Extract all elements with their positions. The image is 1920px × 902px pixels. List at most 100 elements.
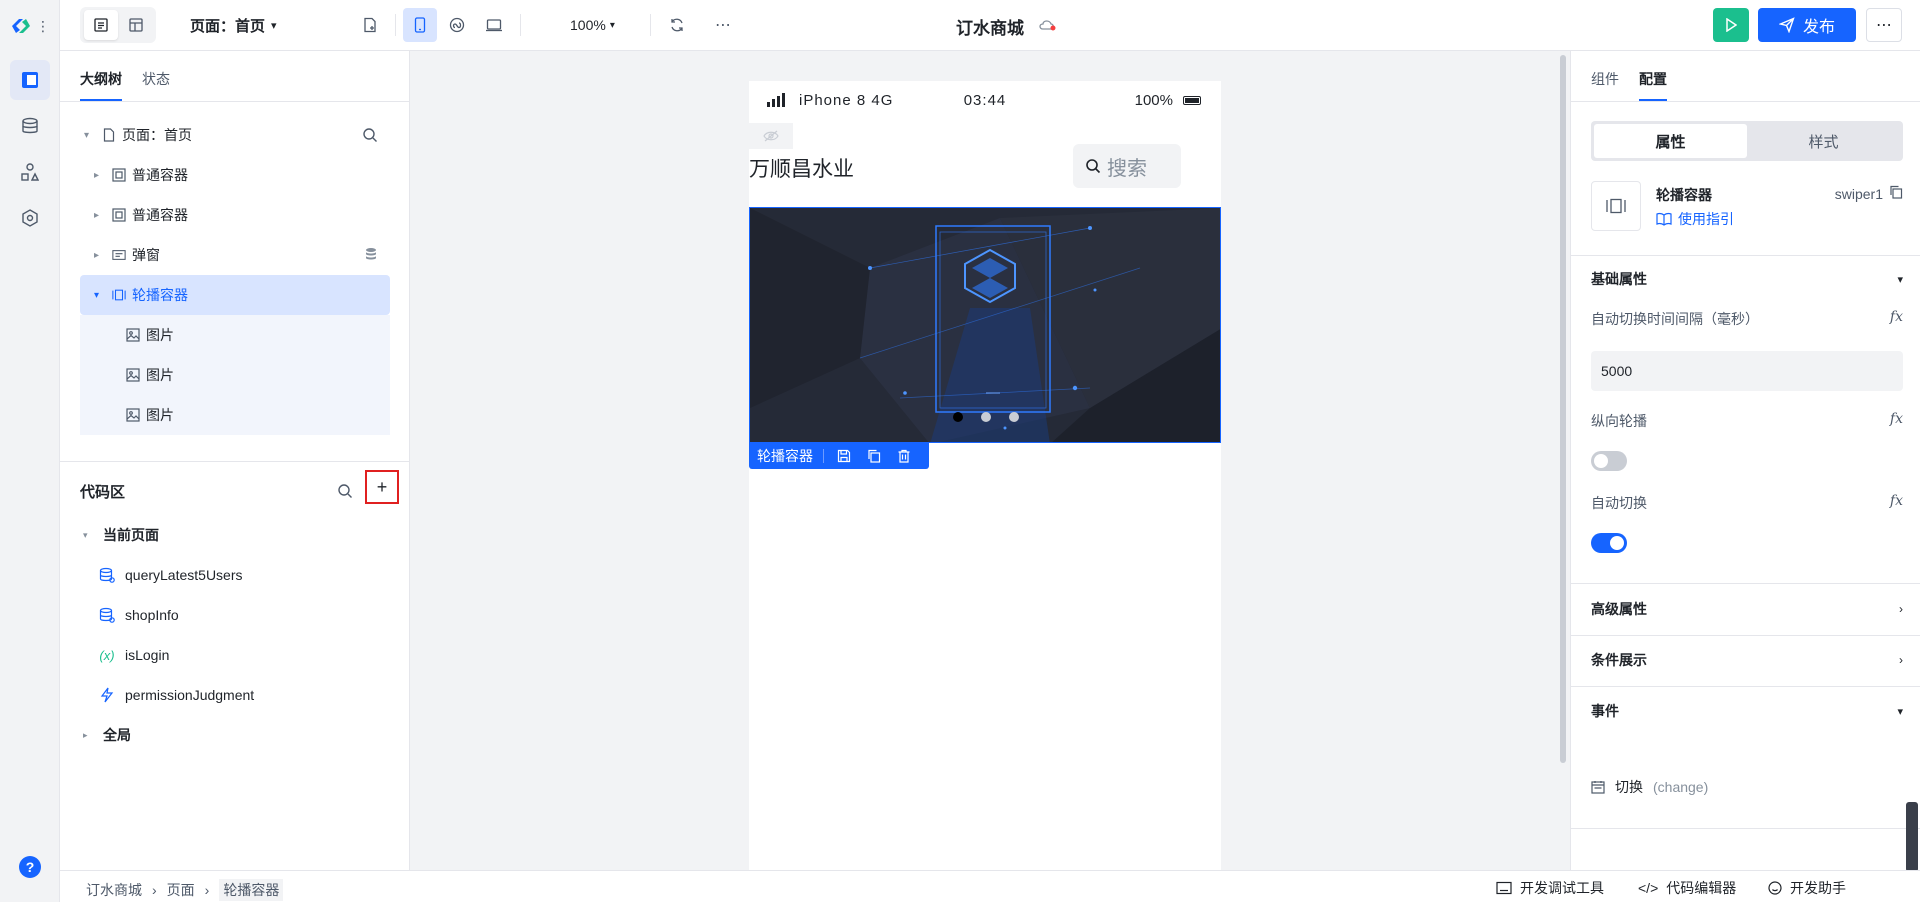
tab-config[interactable]: 配置 <box>1639 69 1667 101</box>
hidden-component-tag[interactable] <box>749 123 793 149</box>
tab-outline-tree[interactable]: 大纲树 <box>80 69 122 101</box>
delete-component-button[interactable] <box>894 446 914 466</box>
copy-id-icon[interactable] <box>1889 185 1903 202</box>
tree-node-label: 图片 <box>146 327 174 343</box>
code-group-global[interactable]: ▸ 全局 <box>80 715 390 755</box>
add-page-button[interactable] <box>355 8 385 42</box>
section-events[interactable]: 事件 ▾ <box>1591 699 1903 723</box>
toolbar-divider <box>823 449 824 463</box>
cloud-sync-status[interactable] <box>1033 8 1063 42</box>
tree-node-modal[interactable]: ▸ 弹窗 <box>80 235 390 275</box>
layout-view-icon <box>128 18 143 32</box>
page-selector[interactable]: 页面：首页 ▾ <box>190 8 277 42</box>
app-more-button[interactable]: ⋯ <box>1866 8 1902 42</box>
rail-settings-button[interactable] <box>10 198 50 238</box>
caret-right-icon[interactable]: ▸ <box>94 170 108 181</box>
caret-right-icon[interactable]: ▸ <box>94 250 108 261</box>
calendar-event-icon <box>1591 781 1605 794</box>
component-name: 轮播容器 <box>1656 187 1712 203</box>
save-icon <box>837 449 851 463</box>
expression-fx-icon[interactable]: fx <box>1890 411 1903 431</box>
breadcrumb-item[interactable]: 订水商城 <box>86 880 142 900</box>
zoom-selector[interactable]: 100% ▾ <box>570 8 615 42</box>
tree-node-image[interactable]: 图片 <box>80 355 390 395</box>
rail-component-button[interactable] <box>10 152 50 192</box>
code-item[interactable]: permissionJudgment <box>80 675 390 715</box>
search-box[interactable]: 搜索 <box>1073 144 1181 188</box>
rail-outline-button[interactable] <box>10 60 50 100</box>
caret-down-icon[interactable]: ▾ <box>83 530 97 541</box>
list-view-icon <box>93 18 108 32</box>
segment-styles[interactable]: 样式 <box>1747 124 1900 158</box>
page-file-icon <box>102 128 116 142</box>
section-conditional-display[interactable]: 条件展示 › <box>1591 648 1903 672</box>
caret-right-icon[interactable]: ▸ <box>94 210 108 221</box>
refresh-button[interactable] <box>662 8 692 42</box>
design-canvas[interactable]: iPhone 8 4G 03:44 100% 万顺昌水业 搜索 轮播容器 <box>410 51 1570 871</box>
event-change[interactable]: 切换 (change) <box>1591 777 1708 797</box>
rail-data-button[interactable] <box>10 106 50 146</box>
devtools-button[interactable]: 开发调试工具 <box>1496 878 1604 898</box>
save-component-button[interactable] <box>834 446 854 466</box>
layout-view-button[interactable] <box>119 10 153 40</box>
tree-node-image[interactable]: 图片 <box>80 315 390 355</box>
run-preview-button[interactable] <box>1713 8 1749 42</box>
usage-guide-link[interactable]: 使用指引 <box>1656 209 1734 229</box>
swiper-dot[interactable] <box>1009 412 1019 422</box>
send-icon <box>1778 17 1795 33</box>
swiper-indicator[interactable] <box>750 412 1220 422</box>
code-item[interactable]: queryLatest5Users <box>80 555 390 595</box>
prop-label: 自动切换时间间隔（毫秒） <box>1591 311 1759 327</box>
tree-node-image[interactable]: 图片 <box>80 395 390 435</box>
expression-fx-icon[interactable]: fx <box>1890 309 1903 329</box>
tree-node-container[interactable]: ▸ 普通容器 <box>80 155 390 195</box>
desktop-device-button[interactable] <box>477 8 511 42</box>
breadcrumb-item[interactable]: 页面 <box>167 880 195 900</box>
event-name: 切换 <box>1615 779 1643 795</box>
shop-name[interactable]: 万顺昌水业 <box>749 153 854 183</box>
toolbar-more-button[interactable]: ⋯ <box>708 8 738 42</box>
vertical-swipe-toggle[interactable] <box>1591 451 1627 471</box>
code-search-button[interactable] <box>330 476 360 506</box>
segment-properties[interactable]: 属性 <box>1594 124 1747 158</box>
expression-fx-icon[interactable]: fx <box>1890 493 1903 513</box>
code-editor-button[interactable]: </> 代码编辑器 <box>1638 878 1736 898</box>
chevron-down-icon: ▾ <box>1897 273 1903 286</box>
assistant-button[interactable]: 开发助手 <box>1768 878 1846 898</box>
tree-node-swiper[interactable]: ▾ 轮播容器 <box>80 275 390 315</box>
interval-input[interactable]: 5000 <box>1591 351 1903 391</box>
copy-component-button[interactable] <box>864 446 884 466</box>
caret-down-icon[interactable]: ▾ <box>94 290 108 301</box>
section-advanced-properties[interactable]: 高级属性 › <box>1591 597 1903 621</box>
breadcrumb-item-current[interactable]: 轮播容器 <box>219 879 284 901</box>
tree-node-page[interactable]: ▾ 页面：首页 <box>80 115 390 155</box>
app-logo[interactable]: ⋮ <box>10 14 50 38</box>
mobile-device-button[interactable] <box>403 8 437 42</box>
divider <box>1571 101 1920 102</box>
publish-button[interactable]: 发布 <box>1758 8 1856 42</box>
code-item[interactable]: shopInfo <box>80 595 390 635</box>
caret-down-icon[interactable]: ▾ <box>84 130 98 141</box>
swiper-container[interactable] <box>749 207 1221 443</box>
usage-guide-label: 使用指引 <box>1678 211 1734 227</box>
help-button[interactable]: ? <box>19 856 41 878</box>
phone-preview[interactable]: iPhone 8 4G 03:44 100% 万顺昌水业 搜索 轮播容器 <box>749 81 1221 871</box>
caret-right-icon[interactable]: ▸ <box>83 730 97 741</box>
code-item[interactable]: (x) isLogin <box>80 635 390 675</box>
tab-components[interactable]: 组件 <box>1591 69 1619 101</box>
tab-state[interactable]: 状态 <box>142 69 170 101</box>
code-group-label: 当前页面 <box>103 527 159 543</box>
autoplay-toggle[interactable] <box>1591 533 1627 553</box>
list-view-button[interactable] <box>83 10 118 40</box>
canvas-scrollbar[interactable] <box>1560 55 1566 763</box>
tree-search-icon[interactable] <box>362 127 378 146</box>
section-basic-properties[interactable]: 基础属性 ▾ <box>1591 267 1903 291</box>
swiper-icon <box>112 288 126 302</box>
code-group-current-page[interactable]: ▾ 当前页面 <box>80 515 390 555</box>
swiper-dot[interactable] <box>981 412 991 422</box>
side-widget-handle[interactable] <box>1906 802 1918 872</box>
swiper-dot[interactable] <box>953 412 963 422</box>
add-code-button[interactable]: + <box>365 470 399 504</box>
tree-node-container[interactable]: ▸ 普通容器 <box>80 195 390 235</box>
miniprogram-device-button[interactable] <box>440 8 474 42</box>
